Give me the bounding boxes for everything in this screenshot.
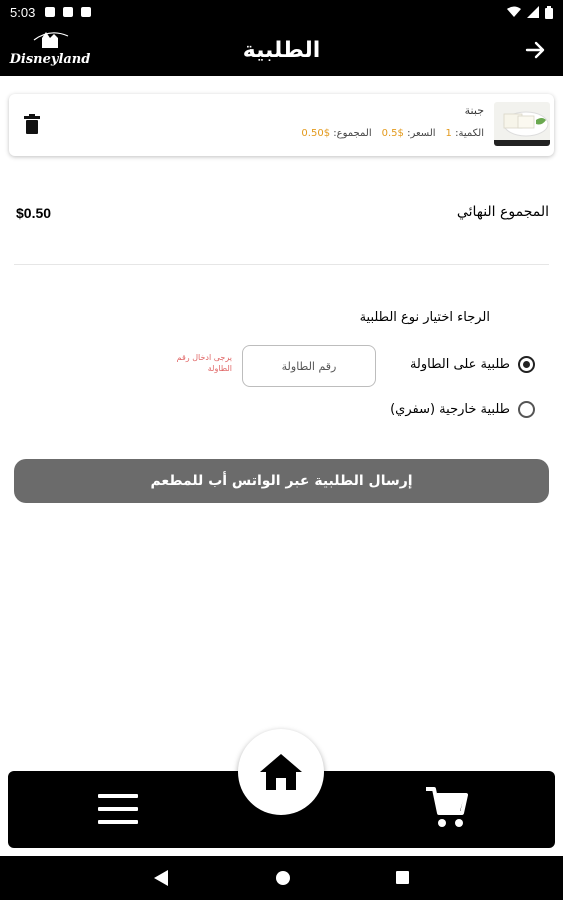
logo-text: Disneyland	[9, 52, 91, 67]
wifi-icon	[507, 6, 521, 17]
back-arrow-icon[interactable]	[521, 36, 549, 64]
send-whatsapp-label: إرسال الطلبية عبر الواتس أب للمطعم	[150, 473, 413, 489]
notification-icons	[45, 7, 92, 17]
table-number-input[interactable]: رقم الطاولة	[242, 345, 376, 387]
item-name: جبنة	[464, 104, 484, 117]
signal-icon	[527, 6, 539, 18]
menu-icon[interactable]	[98, 792, 138, 826]
home-button[interactable]	[238, 729, 324, 815]
send-whatsapp-button[interactable]: إرسال الطلبية عبر الواتس أب للمطعم	[14, 459, 549, 503]
notification-icon	[45, 7, 56, 17]
sd-card-icon	[81, 7, 92, 17]
status-bar: 5:03	[0, 0, 563, 24]
status-time: 5:03	[10, 4, 36, 20]
price-value: $0.5	[381, 128, 404, 139]
grand-total-value: $0.50	[16, 205, 52, 221]
delete-icon[interactable]	[23, 114, 41, 134]
table-number-placeholder: رقم الطاولة	[281, 359, 337, 373]
cart-item-card: جبنة الكمية: 1 السعر: $0.5 المجموع: $0.5…	[9, 94, 554, 156]
divider	[14, 264, 549, 265]
table-number-error: يرجى ادخال رقم الطاولة	[176, 353, 232, 373]
home-icon	[260, 754, 302, 790]
qty-label: الكمية:	[455, 128, 484, 139]
qty-group: الكمية: 1	[446, 128, 484, 139]
radio-dine-in-label: طلبية على الطاولة	[409, 357, 510, 372]
system-home-icon[interactable]	[276, 871, 290, 885]
radio-button-unselected[interactable]	[518, 401, 535, 418]
subtotal-label: المجموع:	[333, 128, 372, 139]
subtotal-value: $0.50	[301, 128, 331, 139]
grand-total-label: المجموع النهائي	[456, 204, 549, 220]
disneyland-logo: Disneyland	[9, 32, 91, 67]
qty-value: 1	[445, 128, 452, 139]
price-group: السعر: $0.5	[382, 128, 436, 139]
system-back-icon[interactable]	[154, 870, 168, 886]
app-bar: Disneyland الطلبية	[0, 24, 563, 76]
order-type-prompt: الرجاء اختيار نوع الطلبية	[359, 310, 490, 325]
item-meta: الكمية: 1 السعر: $0.5 المجموع: $0.50	[301, 128, 484, 139]
item-thumbnail	[494, 102, 550, 146]
radio-takeaway[interactable]: طلبية خارجية (سفري)	[390, 401, 535, 418]
radio-button-selected[interactable]	[518, 356, 535, 373]
radio-takeaway-label: طلبية خارجية (سفري)	[390, 402, 510, 417]
battery-icon	[545, 5, 553, 19]
page-title: الطلبية	[242, 37, 321, 63]
cart-icon[interactable]	[424, 785, 468, 831]
subtotal-group: المجموع: $0.50	[301, 128, 371, 139]
notification-icon	[63, 7, 74, 17]
system-icons	[507, 5, 553, 19]
radio-dine-in[interactable]: طلبية على الطاولة	[410, 356, 535, 373]
price-label: السعر:	[407, 128, 436, 139]
system-recents-icon[interactable]	[396, 871, 409, 884]
